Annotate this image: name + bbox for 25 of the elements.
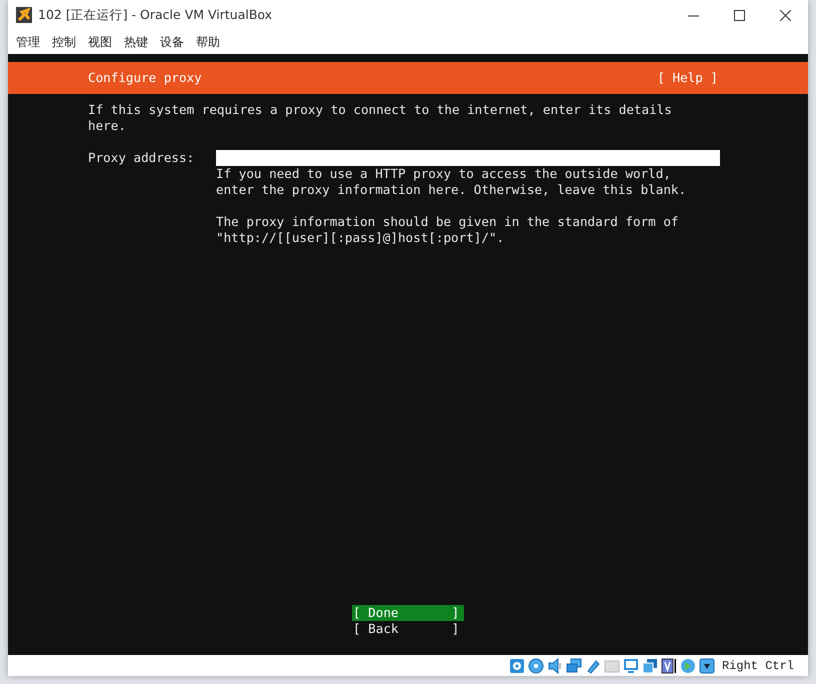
close-icon: [780, 10, 790, 20]
menu-item[interactable]: 帮助: [192, 33, 224, 51]
menu-item[interactable]: 视图: [84, 33, 116, 51]
proxy-address-field[interactable]: [216, 150, 720, 166]
download-icon[interactable]: [698, 658, 715, 674]
maximize-icon: [734, 10, 744, 20]
speaker-icon[interactable]: [546, 658, 563, 674]
field-label: Proxy address:: [88, 150, 196, 166]
menu-item[interactable]: 设备: [156, 33, 188, 51]
menu-item[interactable]: 管理: [12, 33, 44, 51]
menu-item[interactable]: 热键: [120, 33, 152, 51]
app-icon: [16, 7, 32, 23]
help-text: The proxy information should be given in the standard form of "http://[[user][:pass]@]host[:port]/".: [216, 214, 680, 246]
display-icon[interactable]: [622, 658, 639, 674]
help-text: If you need to use a HTTP proxy to access the outside world, enter the proxy information here. Otherwise, leave this blank.: [216, 166, 688, 198]
intro-text: If this system requires a proxy to connect to the internet, enter its details here.: [88, 102, 673, 134]
usb-icon[interactable]: [584, 658, 601, 674]
window-title: 102 [正在运行] - Oracle VM VirtualBox: [38, 6, 272, 24]
host-key-label: Right Ctrl: [722, 658, 794, 674]
menu-item[interactable]: 控制: [48, 33, 80, 51]
help-link[interactable]: [ Help ]: [657, 70, 718, 86]
done-button[interactable]: [ Done ]: [352, 605, 464, 621]
screen-title: Configure proxy: [88, 70, 202, 86]
optical-disc-icon[interactable]: [528, 658, 544, 674]
back-button[interactable]: [ Back ]: [352, 621, 464, 637]
